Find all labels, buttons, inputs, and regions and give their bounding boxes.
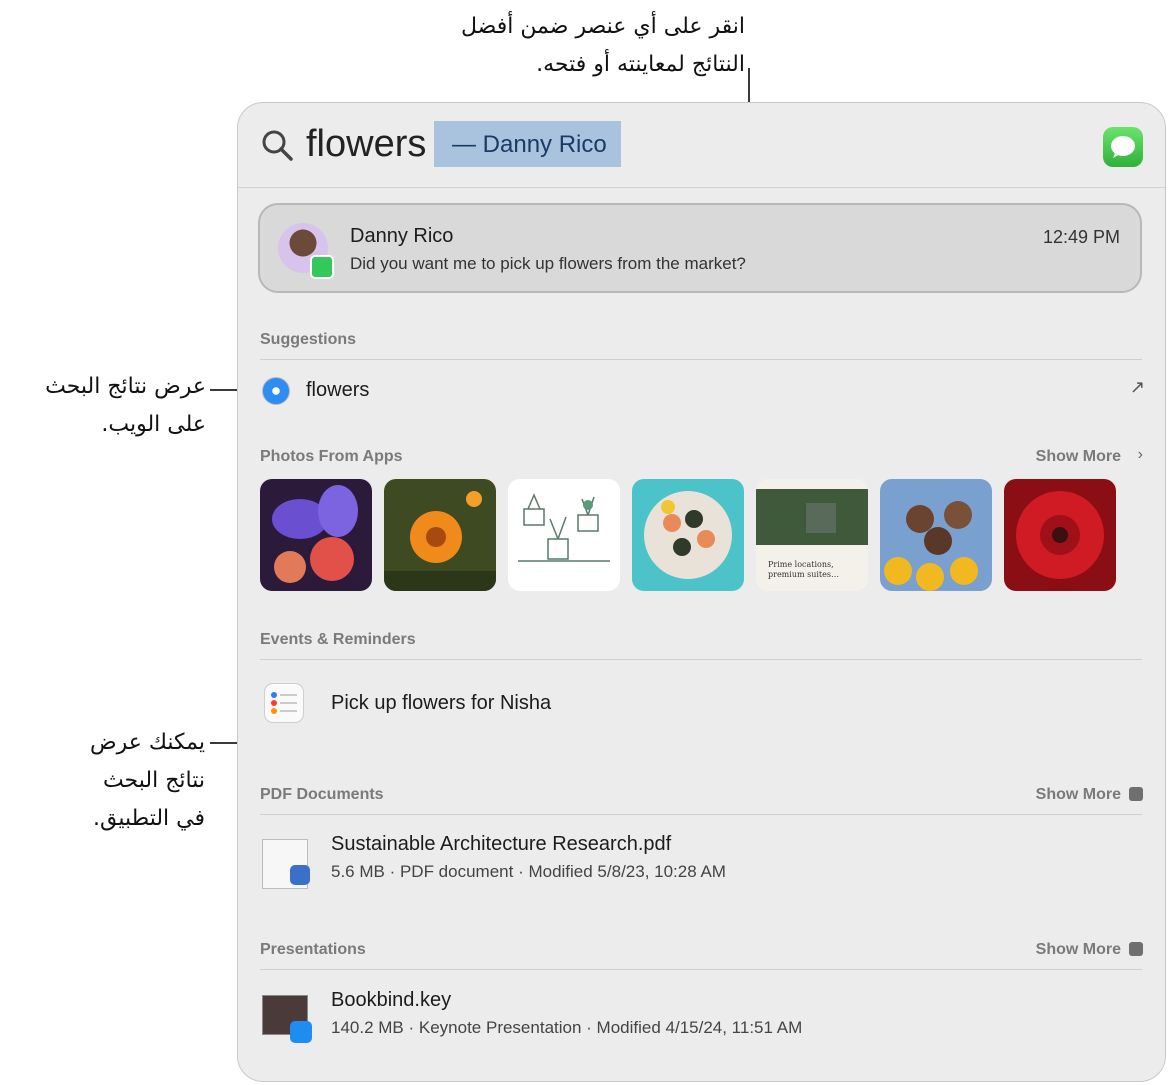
brochure-text-2: premium suites…: [768, 570, 839, 579]
divider: [260, 359, 1142, 360]
spotlight-panel: flowers — Danny Rico Danny Rico Did you …: [237, 102, 1166, 1082]
callout-top: انقر على أي عنصر ضمن أفضل النتائج لمعاين…: [420, 8, 745, 84]
photos-title: Photos From Apps: [260, 448, 403, 465]
suggestion-item[interactable]: flowers: [306, 379, 369, 402]
pdf-meta: 5.6 MB · PDF document · Modified 5/8/23,…: [331, 862, 726, 881]
callout-app-line1: يمكنك عرض: [89, 730, 205, 755]
divider: [260, 969, 1142, 970]
search-query[interactable]: flowers: [306, 123, 426, 166]
photo-thumb-red-gerbera[interactable]: [1004, 479, 1116, 591]
presentation-name[interactable]: Bookbind.key: [331, 989, 451, 1012]
top-hit-message[interactable]: Danny Rico Did you want me to pick up fl…: [258, 203, 1142, 293]
photos-show-more[interactable]: Show More: [1036, 448, 1121, 466]
callout-app-line2: نتائج البحث: [102, 768, 205, 793]
safari-icon: [262, 377, 290, 405]
messages-badge-icon: [310, 255, 334, 279]
photo-thumb-brochure[interactable]: Prime locations, premium suites…: [756, 479, 868, 591]
reminder-item[interactable]: Pick up flowers for Nisha: [331, 692, 551, 715]
presentations-title: Presentations: [260, 941, 366, 958]
open-in-app-icon[interactable]: [1129, 787, 1143, 801]
callout-web-line2: على الويب.: [101, 412, 206, 437]
reminders-icon: [264, 683, 304, 723]
suggestions-title: Suggestions: [260, 331, 357, 348]
callout-web-line1: عرض نتائج البحث: [45, 374, 206, 399]
top-hit-name: Danny Rico: [350, 225, 454, 247]
presentations-show-more[interactable]: Show More: [1036, 941, 1121, 959]
callout-top-line2: النتائج لمعاينته أو فتحه.: [536, 52, 745, 77]
preview-badge-icon: [290, 865, 310, 885]
top-hit-message-text: Did you want me to pick up flowers from …: [350, 254, 746, 273]
pdf-title: PDF Documents: [260, 786, 384, 803]
search-bar[interactable]: flowers — Danny Rico: [238, 103, 1165, 188]
pdf-name[interactable]: Sustainable Architecture Research.pdf: [331, 833, 671, 856]
search-icon: [262, 130, 293, 161]
divider: [260, 659, 1142, 660]
callout-web: عرض نتائج البحث على الويب.: [14, 368, 206, 444]
presentation-meta: 140.2 MB · Keynote Presentation · Modifi…: [331, 1018, 803, 1037]
open-in-app-icon[interactable]: [1129, 942, 1143, 956]
chevron-right-icon[interactable]: ›: [1138, 446, 1143, 464]
photo-thumb-sushi-plate[interactable]: [632, 479, 744, 591]
open-arrow-icon[interactable]: ↗: [1130, 377, 1145, 398]
keynote-badge-icon: [290, 1021, 312, 1043]
callout-top-line1: انقر على أي عنصر ضمن أفضل: [460, 14, 745, 39]
messages-icon[interactable]: [1103, 127, 1143, 167]
search-completion[interactable]: — Danny Rico: [434, 121, 621, 167]
brochure-text: Prime locations,: [768, 560, 834, 569]
photo-thumb-iris-bouquet[interactable]: [260, 479, 372, 591]
photo-thumb-orange-flower[interactable]: [384, 479, 496, 591]
callout-app: يمكنك عرض نتائج البحث في التطبيق.: [40, 724, 205, 838]
events-title: Events & Reminders: [260, 631, 416, 648]
photo-thumb-sunflower-friends[interactable]: [880, 479, 992, 591]
photo-thumb-plant-sketch[interactable]: [508, 479, 620, 591]
callout-app-line3: في التطبيق.: [93, 806, 205, 831]
pdf-show-more[interactable]: Show More: [1036, 786, 1121, 804]
top-hit-time: 12:49 PM: [1042, 227, 1120, 247]
divider: [260, 814, 1142, 815]
